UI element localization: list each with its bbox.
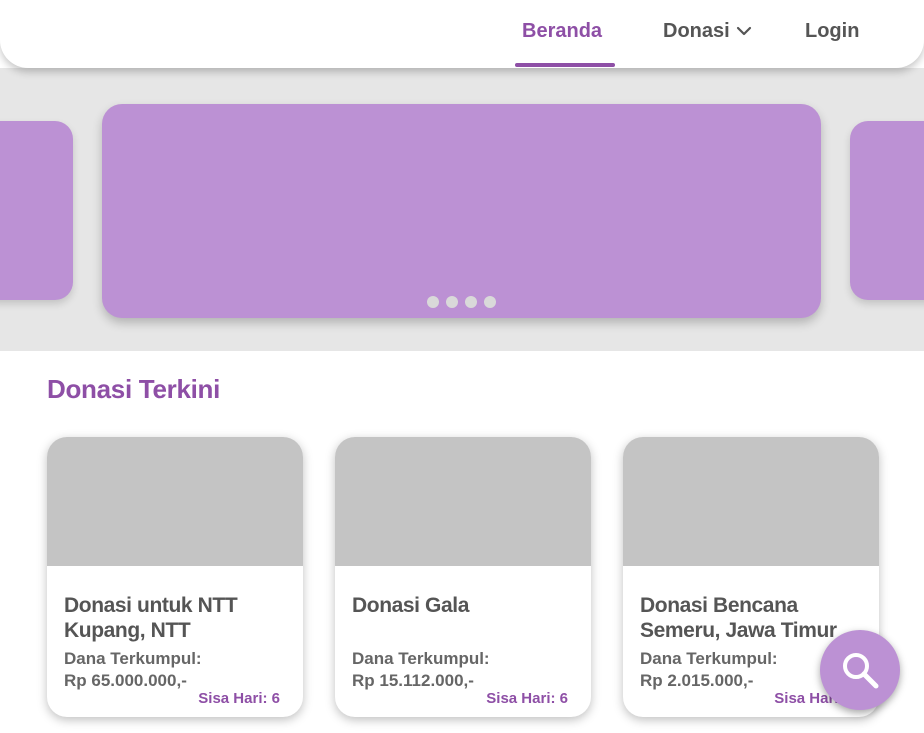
nav-active-underline — [515, 63, 615, 67]
card-days-left: Sisa Hari: 6 — [198, 690, 280, 707]
carousel-dot[interactable] — [427, 296, 439, 308]
chevron-down-icon — [736, 19, 752, 42]
card-days-left: Sisa Hari: 6 — [486, 690, 568, 707]
card-raised-amount: Rp 65.000.000,- — [64, 671, 187, 690]
nav-beranda-link[interactable]: Beranda — [522, 20, 602, 43]
section-title: Donasi Terkini — [47, 374, 221, 404]
nav-donasi-dropdown[interactable]: Donasi — [663, 20, 752, 43]
carousel-prev-slide[interactable] — [0, 121, 73, 300]
floating-search-button[interactable] — [820, 630, 900, 710]
card-raised-label: Dana Terkumpul: — [64, 649, 202, 668]
card-title: Donasi Bencana Semeru, Jawa Timur — [640, 594, 837, 642]
card-title: Donasi Gala — [352, 594, 469, 617]
card-raised-amount: Rp 2.015.000,- — [640, 671, 754, 690]
carousel-active-slide[interactable] — [102, 104, 821, 318]
carousel-next-slide[interactable] — [850, 121, 924, 300]
top-navbar: Beranda Donasi Login — [0, 0, 924, 68]
card-raised-label: Dana Terkumpul: — [640, 649, 778, 668]
nav-login-link[interactable]: Login — [805, 20, 859, 43]
card-title: Donasi untuk NTT Kupang, NTT — [64, 594, 238, 642]
card-image-placeholder — [335, 437, 591, 566]
carousel-indicators — [102, 296, 821, 308]
donation-card[interactable]: Donasi untuk NTT Kupang, NTT Dana Terkum… — [47, 437, 303, 717]
card-image-placeholder — [623, 437, 879, 566]
carousel-dot[interactable] — [484, 296, 496, 308]
carousel-dot[interactable] — [446, 296, 458, 308]
search-icon — [843, 653, 879, 689]
card-image-placeholder — [47, 437, 303, 566]
carousel-dot[interactable] — [465, 296, 477, 308]
donation-card[interactable]: Donasi Gala Dana Terkumpul: Rp 15.112.00… — [335, 437, 591, 717]
nav-donasi-label: Donasi — [663, 20, 730, 42]
card-raised-amount: Rp 15.112.000,- — [352, 671, 474, 690]
card-raised-label: Dana Terkumpul: — [352, 649, 490, 668]
